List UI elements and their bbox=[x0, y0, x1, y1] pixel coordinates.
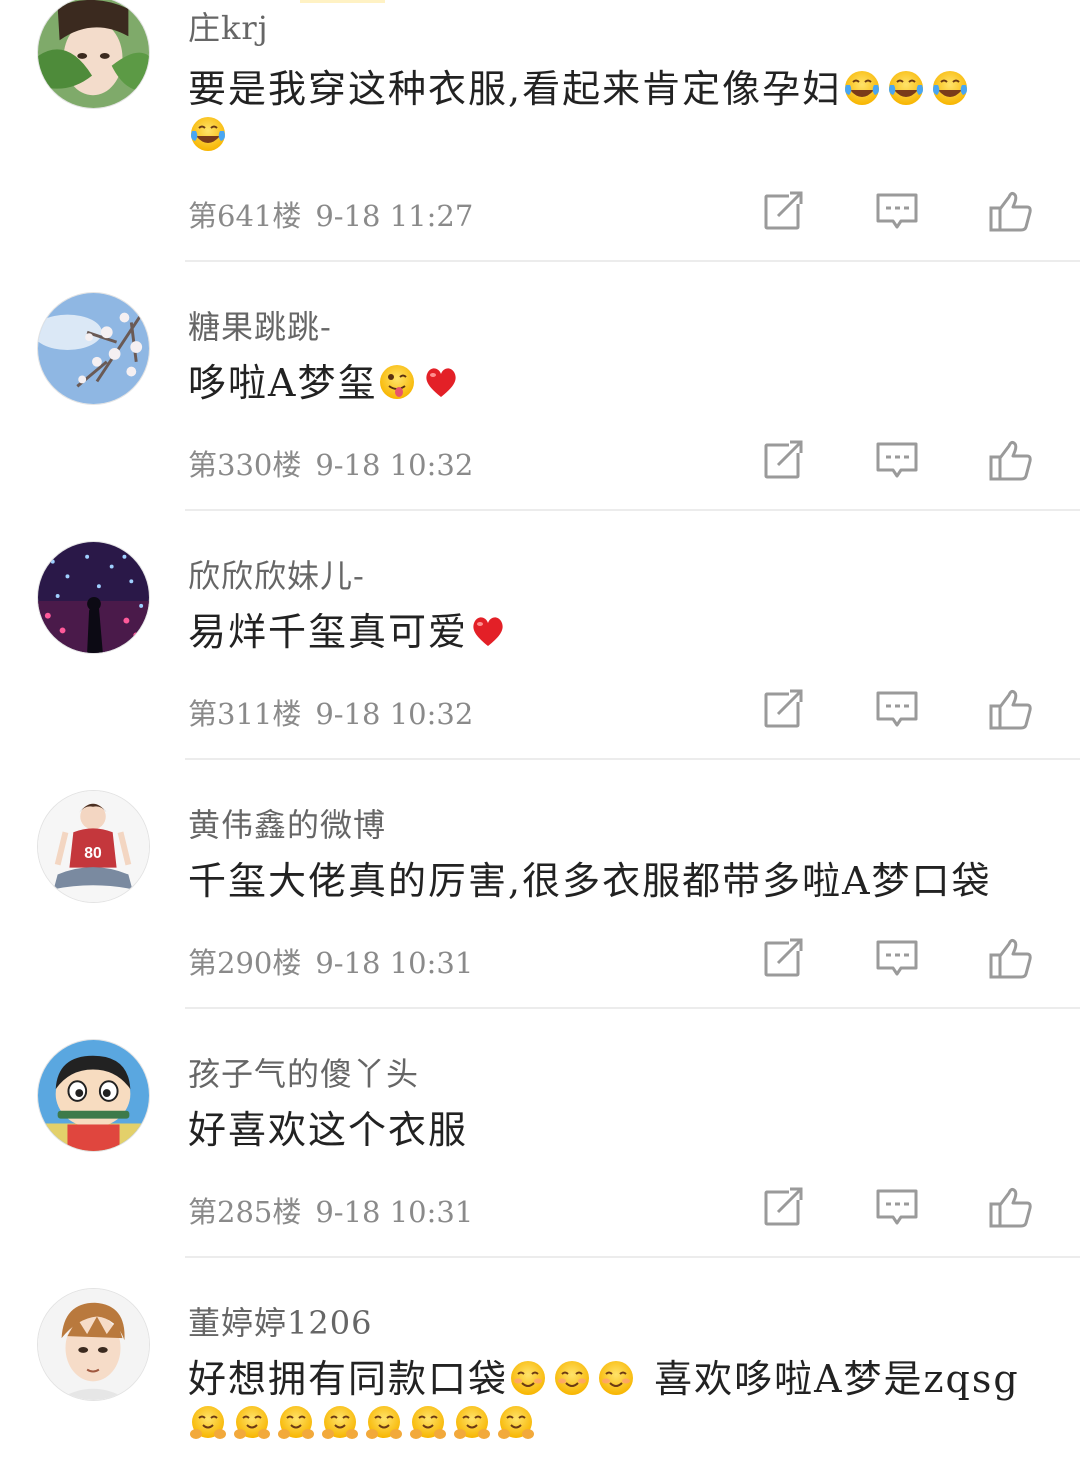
repost-button[interactable] bbox=[759, 1183, 807, 1231]
hug-emoji bbox=[188, 1404, 228, 1444]
laugh-cry-emoji bbox=[886, 68, 926, 108]
comment-meta: 第330楼 9-18 10:32 bbox=[188, 442, 473, 484]
svg-text:80: 80 bbox=[84, 845, 102, 862]
timestamp: 9-18 11:27 bbox=[315, 199, 474, 233]
blossom-sky-avatar bbox=[38, 293, 149, 404]
repost-button[interactable] bbox=[759, 685, 807, 733]
smile-emoji bbox=[508, 1358, 548, 1398]
repost-icon bbox=[761, 1185, 805, 1229]
repost-button[interactable] bbox=[759, 934, 807, 982]
comment-icon bbox=[875, 687, 919, 731]
username[interactable]: 董婷婷1206 bbox=[188, 1298, 372, 1344]
repost-icon bbox=[761, 438, 805, 482]
repost-icon bbox=[761, 687, 805, 731]
timestamp: 9-18 10:31 bbox=[315, 1195, 474, 1229]
username[interactable]: 庄krj bbox=[188, 3, 269, 49]
avatar[interactable] bbox=[37, 292, 150, 405]
laugh-cry-emoji bbox=[188, 114, 228, 154]
hug-emoji bbox=[320, 1404, 360, 1444]
repost-icon bbox=[761, 189, 805, 233]
divider bbox=[185, 260, 1080, 262]
username[interactable]: 孩子气的傻丫头 bbox=[188, 1049, 419, 1095]
comment-text: 好喜欢这个衣服 bbox=[188, 1108, 469, 1152]
like-button[interactable] bbox=[987, 1183, 1035, 1231]
comment-icon bbox=[875, 189, 919, 233]
smile-emoji bbox=[552, 1358, 592, 1398]
heart-emoji bbox=[421, 362, 461, 402]
reply-button[interactable] bbox=[873, 1183, 921, 1231]
comment-text: 哆啦A梦玺 bbox=[188, 360, 1038, 406]
comment-icon bbox=[875, 1185, 919, 1229]
username[interactable]: 糖果跳跳- bbox=[188, 302, 332, 348]
like-button[interactable] bbox=[987, 187, 1035, 235]
reply-button[interactable] bbox=[873, 187, 921, 235]
like-icon bbox=[989, 1185, 1033, 1229]
like-icon bbox=[989, 189, 1033, 233]
repost-button[interactable] bbox=[759, 187, 807, 235]
reply-button[interactable] bbox=[873, 436, 921, 484]
like-icon bbox=[989, 687, 1033, 731]
like-icon bbox=[989, 936, 1033, 980]
timestamp: 9-18 10:32 bbox=[315, 448, 474, 482]
comment-meta: 第311楼 9-18 10:32 bbox=[188, 691, 473, 733]
comment-text: 好想拥有同款口袋 喜欢哆啦A梦是zqsg bbox=[188, 1356, 1038, 1448]
comment-text: 千玺大佬真的厉害,很多衣服都带多啦A梦口袋 bbox=[188, 859, 992, 903]
timestamp: 9-18 10:32 bbox=[315, 697, 474, 731]
avatar[interactable] bbox=[37, 1288, 150, 1401]
heart-emoji bbox=[468, 611, 508, 651]
username[interactable]: 黄伟鑫的微博 bbox=[188, 800, 386, 846]
top-accent bbox=[300, 0, 385, 3]
username[interactable]: 欣欣欣妹儿- bbox=[188, 551, 365, 597]
hug-emoji bbox=[276, 1404, 316, 1444]
floor-number: 第285楼 bbox=[188, 1195, 302, 1229]
avatar[interactable] bbox=[37, 1039, 150, 1152]
like-button[interactable] bbox=[987, 685, 1035, 733]
hug-emoji bbox=[408, 1404, 448, 1444]
comment-icon bbox=[875, 936, 919, 980]
reply-button[interactable] bbox=[873, 685, 921, 733]
floor-number: 第290楼 bbox=[188, 946, 302, 980]
hug-emoji bbox=[496, 1404, 536, 1444]
comment-meta: 第641楼 9-18 11:27 bbox=[188, 193, 473, 235]
hug-emoji bbox=[364, 1404, 404, 1444]
comment-meta: 第285楼 9-18 10:31 bbox=[188, 1189, 473, 1231]
like-icon bbox=[989, 438, 1033, 482]
floor-number: 第330楼 bbox=[188, 448, 302, 482]
avatar[interactable] bbox=[37, 0, 150, 109]
girl-with-leaf-avatar bbox=[38, 0, 149, 108]
floor-number: 第311楼 bbox=[188, 697, 302, 731]
divider bbox=[185, 758, 1080, 760]
divider bbox=[185, 1007, 1080, 1009]
smile-emoji bbox=[596, 1358, 636, 1398]
divider bbox=[185, 509, 1080, 511]
laugh-cry-emoji bbox=[842, 68, 882, 108]
repost-icon bbox=[761, 936, 805, 980]
like-button[interactable] bbox=[987, 436, 1035, 484]
repost-button[interactable] bbox=[759, 436, 807, 484]
comment-text: 易烊千玺真可爱 bbox=[188, 609, 1038, 655]
comment-icon bbox=[875, 438, 919, 482]
avatar[interactable]: 80 bbox=[37, 790, 150, 903]
wink-tongue-emoji bbox=[377, 362, 417, 402]
anime-boy-avatar bbox=[38, 1289, 149, 1400]
cartoon-boy-avatar bbox=[38, 1040, 149, 1151]
floor-number: 第641楼 bbox=[188, 199, 302, 233]
comment-meta: 第290楼 9-18 10:31 bbox=[188, 940, 473, 982]
hug-emoji bbox=[232, 1404, 272, 1444]
laugh-cry-emoji bbox=[930, 68, 970, 108]
reply-button[interactable] bbox=[873, 934, 921, 982]
like-button[interactable] bbox=[987, 934, 1035, 982]
comment-text: 要是我穿这种衣服,看起来肯定像孕妇 bbox=[188, 66, 1038, 158]
timestamp: 9-18 10:31 bbox=[315, 946, 474, 980]
avatar[interactable] bbox=[37, 541, 150, 654]
starry-lights-avatar bbox=[38, 542, 149, 653]
top-edge bbox=[0, 0, 1080, 8]
divider bbox=[185, 1256, 1080, 1258]
hug-emoji bbox=[452, 1404, 492, 1444]
boy-jersey-80-avatar: 80 bbox=[38, 791, 149, 902]
